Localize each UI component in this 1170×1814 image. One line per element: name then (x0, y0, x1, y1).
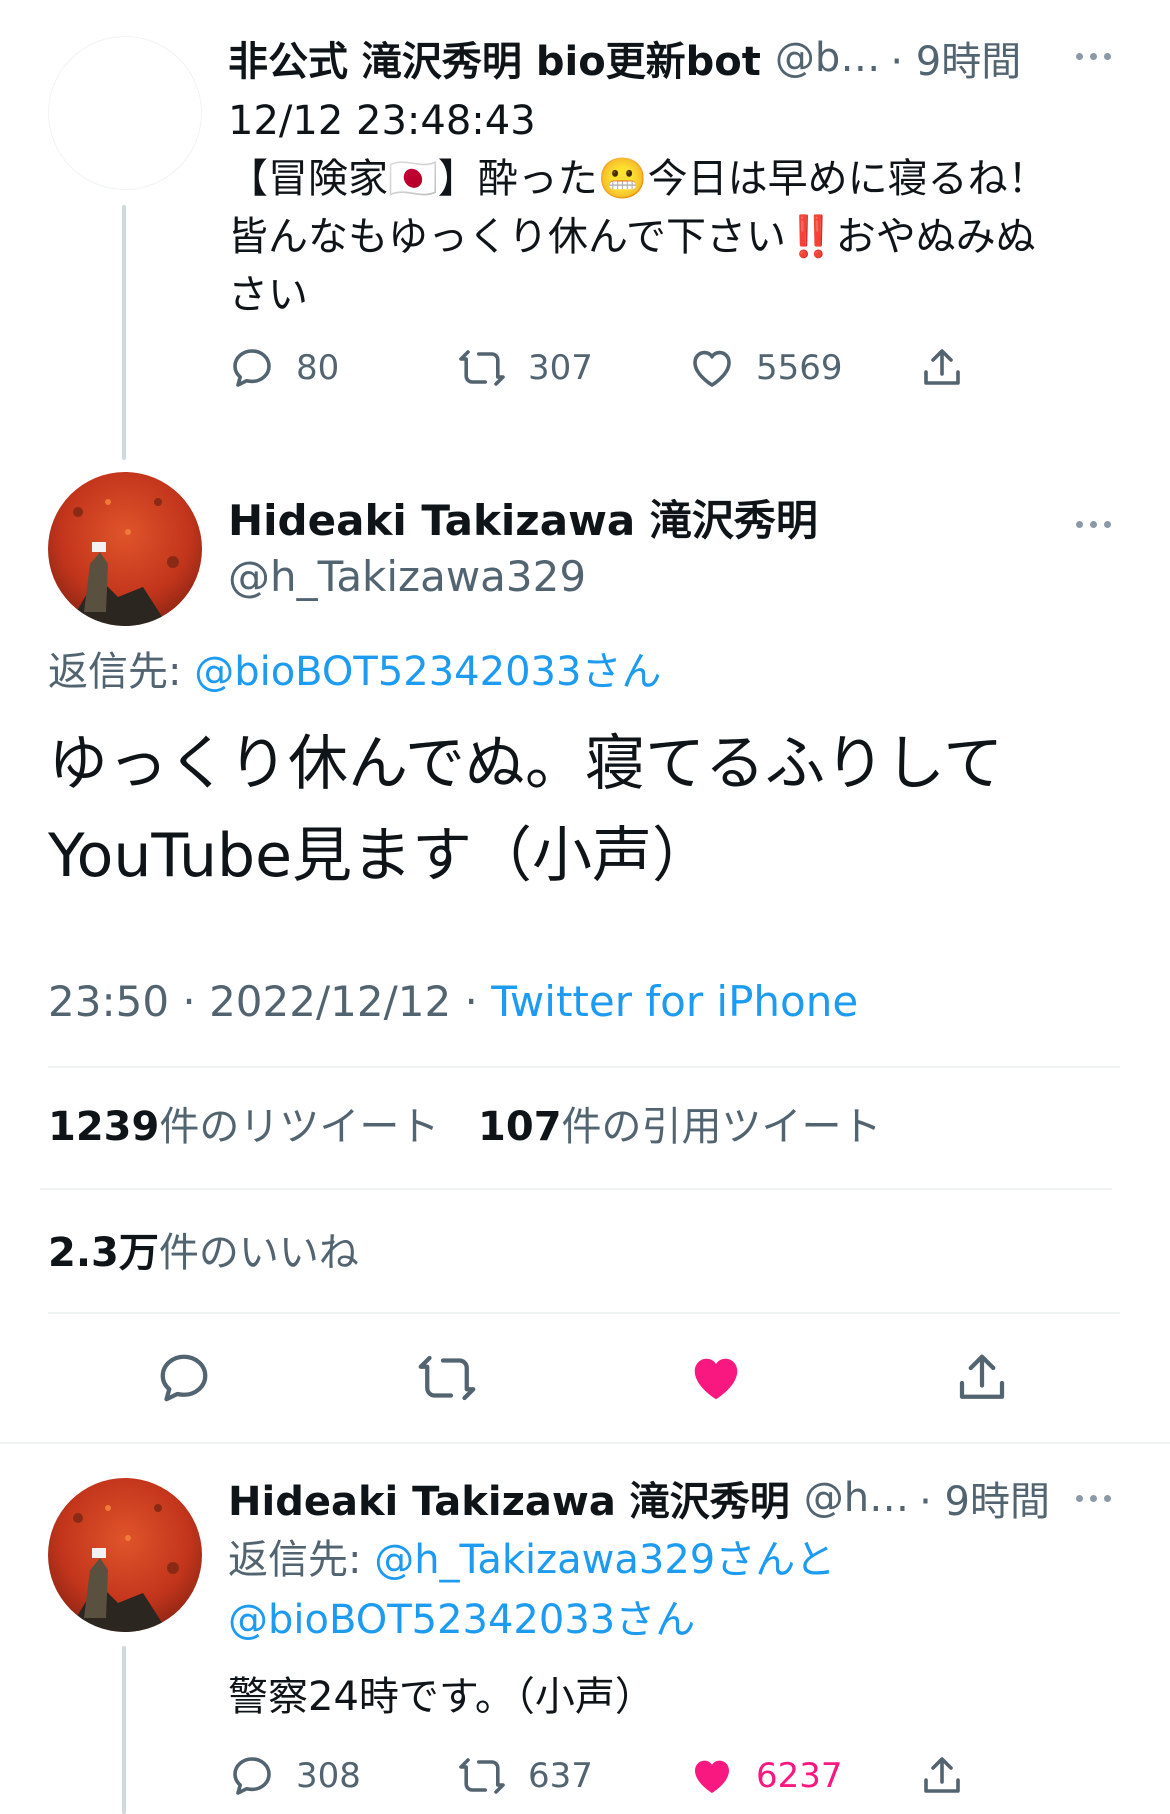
tweet3-time[interactable]: · 9時間 (919, 1469, 1050, 1527)
tweet1-text-line: 12/12 23:48:43 (228, 98, 536, 144)
divider (48, 1066, 1120, 1068)
tweet3-reply-to: 返信先: @h_Takizawa329さんと @bioBOT52342033さん (228, 1530, 835, 1650)
tweet1-display-name[interactable]: 非公式 滝沢秀明 bio更新bot (228, 29, 761, 87)
tweet3-more-icon[interactable] (1076, 1488, 1111, 1508)
tweet3-header: Hideaki Takizawa 滝沢秀明 @h… · 9時間 (228, 1470, 1098, 1526)
retweets-label: 件のリツイート (159, 1104, 440, 1150)
quotes-count: 107 (478, 1104, 562, 1150)
likes-count: 2.3万 (48, 1230, 159, 1276)
likes-label: 件のいいね (158, 1230, 359, 1276)
tweet1-time[interactable]: · 9時間 (890, 29, 1021, 87)
tweet-timestamp[interactable]: 23:50 · 2022/12/12 · (48, 977, 491, 1026)
main-tweet-text-line: YouTube見ます（小声） (48, 821, 712, 891)
likes-link[interactable]: 2.3万件のいいね (48, 1224, 359, 1282)
tweet1-more-icon[interactable] (1076, 46, 1111, 66)
share-icon (959, 1354, 1005, 1399)
reply-to-suffix: さん (581, 649, 662, 695)
share-icon (924, 349, 960, 385)
quotes-link[interactable]: 107件の引用ツイート (478, 1104, 882, 1150)
tweet3-share-button[interactable] (918, 1752, 966, 1800)
thread-line (122, 205, 126, 460)
tweet1-like-button[interactable]: 5569 (688, 344, 843, 392)
reply-icon (233, 349, 271, 387)
retweet-icon (459, 1758, 505, 1794)
tweet1-text-line: 皆んなもゆっくり休んで下さい‼️おやぬみぬ (228, 214, 1036, 260)
avatar-image (48, 472, 202, 626)
avatar-image (48, 1478, 202, 1632)
main-tweet-more-icon[interactable] (1076, 514, 1111, 534)
engagement-row: 1239件のリツイート 107件の引用ツイート (48, 1098, 882, 1156)
tweet1-text-line: 【冒険家🇯🇵】酔った😬今日は早めに寝るね！ (228, 156, 1048, 202)
tweet3-handle[interactable]: @h… (804, 1475, 909, 1521)
main-share-button[interactable] (952, 1348, 1012, 1408)
reply-to-label: 返信先: (48, 649, 182, 695)
tweet1-like-count: 5569 (756, 348, 843, 388)
tweet3-reply-to-label: 返信先: (228, 1537, 362, 1583)
author-name-block: Hideaki Takizawa 滝沢秀明 @h_Takizawa329 (228, 494, 818, 606)
tweet3-reply-to-handle[interactable]: @h_Takizawa329 (374, 1537, 715, 1583)
author-handle[interactable]: @h_Takizawa329 (228, 548, 818, 606)
divider (48, 1312, 1120, 1314)
tweet3-display-name[interactable]: Hideaki Takizawa 滝沢秀明 (228, 1469, 790, 1527)
tweet3-reply-to-mid: さんと (715, 1537, 836, 1583)
reply-to-handle[interactable]: @bioBOT52342033 (194, 649, 581, 695)
retweets-link[interactable]: 1239件のリツイート (48, 1104, 439, 1150)
tweet3-text: 警察24時です。（小声） (228, 1674, 655, 1720)
tweet1-retweet-count: 307 (528, 348, 593, 388)
heart-filled-icon (694, 1358, 738, 1400)
tweet1-handle[interactable]: @b… (775, 35, 880, 81)
tweet1-text: 12/12 23:48:43 【冒険家🇯🇵】酔った😬今日は早めに寝るね！ 皆んな… (228, 92, 1128, 324)
main-like-button[interactable] (686, 1348, 746, 1408)
retweet-icon (459, 350, 505, 386)
reply-to-line: 返信先: @bioBOT52342033さん (48, 644, 661, 700)
tweet1-reply-button[interactable]: 80 (228, 344, 339, 392)
heart-outline-icon (693, 350, 731, 387)
author-avatar[interactable] (48, 472, 202, 626)
author-display-name[interactable]: Hideaki Takizawa 滝沢秀明 (228, 494, 818, 548)
tweet3-reply-to-suffix: さん (615, 1597, 696, 1643)
tweet1-text-line: さい (228, 272, 308, 318)
thread-line (122, 1646, 126, 1814)
tweet1-header: 非公式 滝沢秀明 bio更新bot @b… · 9時間 (228, 30, 1098, 86)
tweet3-like-button[interactable]: 6237 (688, 1752, 843, 1800)
reply-icon (233, 1757, 271, 1795)
main-tweet-text: ゆっくり休んでぬ。寝てるふりして YouTube見ます（小声） (48, 718, 1138, 902)
main-reply-button[interactable] (154, 1348, 214, 1408)
retweet-icon (418, 1355, 476, 1401)
quotes-label: 件の引用ツイート (561, 1104, 882, 1150)
tweet-source[interactable]: Twitter for iPhone (491, 977, 858, 1026)
reply-author-avatar[interactable] (48, 1478, 202, 1632)
tweet-meta: 23:50 · 2022/12/12 · Twitter for iPhone (48, 974, 858, 1030)
reply-icon (160, 1354, 208, 1402)
tweet1-reply-count: 80 (296, 348, 340, 388)
main-retweet-button[interactable] (414, 1348, 480, 1408)
divider (0, 1442, 1170, 1444)
main-tweet-text-line: ゆっくり休んでぬ。寝てるふりして (48, 729, 1004, 799)
tweet1-retweet-button[interactable]: 307 (456, 344, 593, 392)
heart-filled-icon (695, 1760, 729, 1793)
tweet3-reply-count: 308 (296, 1756, 361, 1796)
retweets-count: 1239 (48, 1104, 160, 1150)
bot-avatar[interactable] (48, 36, 202, 190)
tweet3-reply-button[interactable]: 308 (228, 1752, 361, 1800)
tweet1-share-button[interactable] (918, 344, 966, 392)
tweet3-retweet-count: 637 (528, 1756, 593, 1796)
tweet3-reply-to-handle[interactable]: @bioBOT52342033 (228, 1597, 615, 1643)
share-icon (924, 1757, 960, 1793)
tweet3-retweet-button[interactable]: 637 (456, 1752, 593, 1800)
divider (40, 1188, 1112, 1190)
tweet3-like-count: 6237 (756, 1756, 843, 1796)
